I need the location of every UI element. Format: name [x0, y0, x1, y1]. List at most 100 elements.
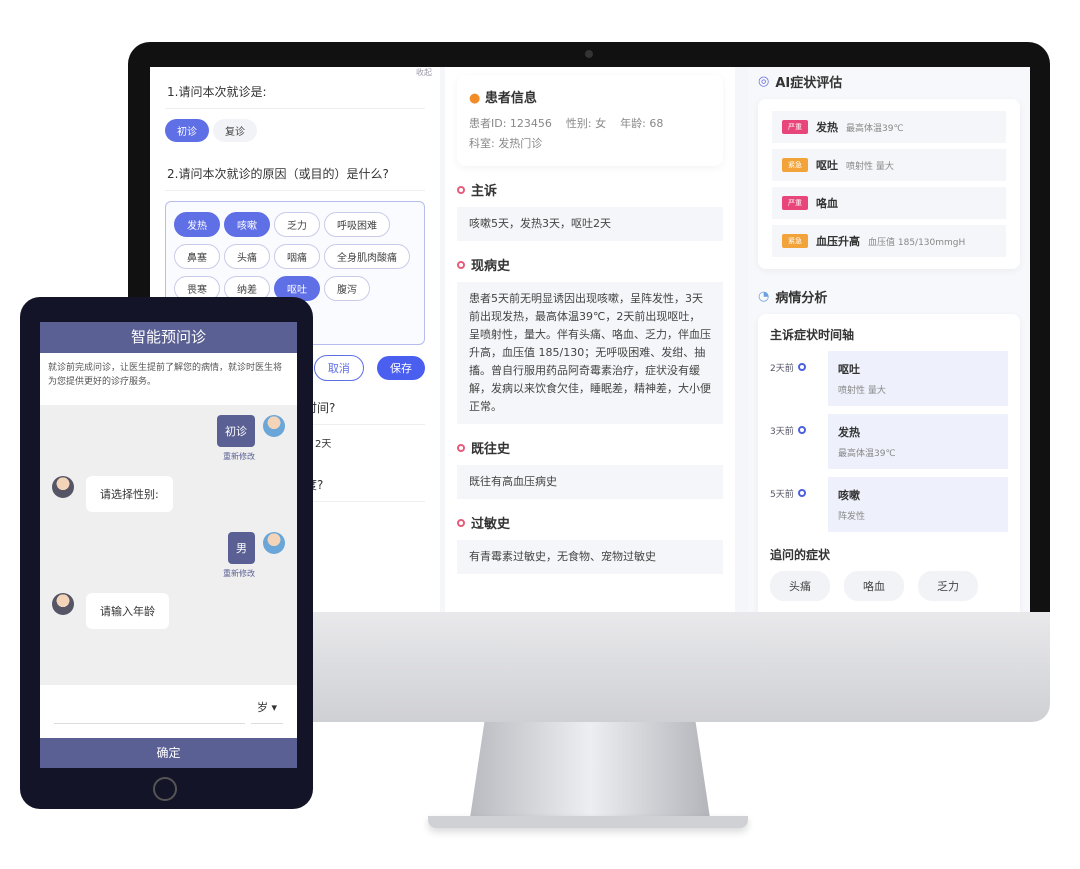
analysis-card: 主诉症状时间轴 2天前 呕吐 喷射性 量大 3天前 发热 最高体温39℃ 5天前 咳嗽 阵发性 …: [758, 314, 1020, 612]
timeline-date: 5天前: [770, 490, 794, 500]
patient-id: 123456: [509, 117, 552, 130]
patient-age: 68: [649, 117, 664, 130]
symptom-assessment: 紧急 血压升高 血压值 185/130mmgH: [772, 225, 1006, 257]
section-title: 现病史: [471, 259, 511, 274]
section-text: 既往有高血压病史: [457, 465, 723, 499]
bot-bubble: 请选择性别:: [86, 476, 173, 512]
symptom-name: 发热: [816, 121, 838, 134]
tablet-screen: 智能预问诊 就诊前完成问诊，让医生提前了解您的病情，就诊时医生将为您提供更好的诊…: [40, 322, 297, 768]
question-1-options: 初诊 复诊: [165, 119, 425, 149]
timeline-date: 2天前: [770, 364, 794, 374]
timeline-symptom: 发热: [838, 426, 860, 439]
bot-message: 请输入年龄: [52, 593, 285, 629]
timeline-when: 3天前: [770, 414, 820, 469]
symptom-option[interactable]: 头痛: [224, 244, 270, 269]
chat-area: 初诊 重新修改 请选择性别: 男重新修改 请输入年龄: [40, 405, 297, 685]
monitor-stand: [470, 722, 710, 818]
symptom-option[interactable]: 呼吸困难: [324, 212, 390, 237]
home-button[interactable]: [153, 777, 177, 801]
timeline-date: 3天前: [770, 427, 794, 437]
patient-info-title: 患者信息: [484, 91, 537, 106]
patient-record-column: ● 患者信息 患者ID: 123456 性别: 女 年龄: 68 科室: 发热门…: [445, 67, 735, 612]
ai-title: AI症状评估: [775, 76, 843, 91]
patient-dept: 发热门诊: [498, 137, 543, 150]
analysis-title: 病情分析: [775, 291, 828, 306]
bot-message: 请选择性别:: [52, 476, 285, 512]
confirm-button[interactable]: 确定: [40, 738, 297, 768]
symptom-option[interactable]: 乏力: [274, 212, 320, 237]
timeline-item: 3天前 发热最高体温39℃: [770, 414, 1008, 469]
edit-link[interactable]: 重新修改: [223, 568, 255, 579]
symptom-name: 血压升高: [816, 235, 860, 248]
: 初诊: [217, 415, 285, 447]
section-heading: 既往史: [457, 438, 723, 457]
age-input-row: 岁 ▾: [40, 685, 297, 738]
doctor-avatar: [52, 476, 74, 498]
severity-tag: 严重: [782, 196, 808, 210]
analysis-icon: ◔: [758, 289, 770, 304]
symptom-assessment: 严重 咯血: [772, 187, 1006, 219]
age-input[interactable]: [54, 699, 245, 724]
timeline-detail: 阵发性: [838, 512, 866, 522]
monitor-base: [428, 816, 748, 828]
followup-symptom[interactable]: 头痛: [770, 571, 830, 601]
user-icon: ●: [469, 91, 481, 106]
camera: [585, 50, 593, 58]
patient-sex: 女: [595, 117, 607, 130]
record-sections: 主诉 咳嗽5天，发热3天，呕吐2天 现病史 患者5天前无明显诱因出现咳嗽，呈阵发性，3…: [457, 180, 723, 574]
followup-title: 追问的症状: [770, 548, 831, 562]
symptom-option[interactable]: 鼻塞: [174, 244, 220, 269]
ai-icon: ◎: [758, 74, 770, 89]
section-title: 主诉: [471, 184, 498, 199]
unit-select[interactable]: 岁 ▾: [250, 699, 283, 724]
timeline-when: 5天前: [770, 477, 820, 532]
timeline-title: 主诉症状时间轴: [770, 328, 855, 342]
section-dot-icon: [457, 443, 465, 452]
user-avatar: [263, 415, 285, 437]
symptom-name: 咯血: [816, 197, 838, 210]
ai-column: ◎ AI症状评估 严重 发热 最高体温39℃ 紧急 呕吐 喷射性 量大 严重 咯血 紧急 血压升高血…: [748, 67, 1030, 612]
patient-info-card: ● 患者信息 患者ID: 123456 性别: 女 年龄: 68 科室: 发热门…: [457, 75, 723, 166]
section-text: 患者5天前无明显诱因出现咳嗽，呈阵发性，3天前出现发热，最高体温39℃，2天前出…: [457, 282, 723, 424]
symptom-detail: 血压值 185/130mmgH: [868, 237, 966, 248]
symptom-option[interactable]: 全身肌肉酸痛: [324, 244, 410, 269]
save-button[interactable]: 保存: [377, 356, 425, 380]
section-dot-icon: [457, 518, 465, 527]
section-dot-icon: [457, 260, 465, 269]
timeline-body: 咳嗽 阵发性: [828, 477, 1008, 532]
severity-tag: 紧急: [782, 158, 808, 172]
visit-type-option[interactable]: 初诊: [165, 119, 209, 142]
followup-symptom[interactable]: 咯血: [844, 571, 904, 601]
question-2: 2.请问本次就诊的原因（或目的）是什么?: [165, 157, 425, 191]
timeline-item: 2天前 呕吐 喷射性 量大: [770, 351, 1008, 406]
symptom-option[interactable]: 发热: [174, 212, 220, 237]
timeline-dot-icon: [797, 363, 806, 371]
visit-type-option[interactable]: 复诊: [213, 119, 257, 142]
section-title: 既往史: [471, 442, 511, 457]
timeline-symptom: 咳嗽: [838, 489, 860, 502]
patient-details: 患者ID: 123456 性别: 女 年龄: 68 科室: 发热门诊: [469, 117, 664, 150]
symptom-option[interactable]: 咽痛: [274, 244, 320, 269]
tablet-title: 智能预问诊: [40, 322, 297, 353]
cancel-button[interactable]: 取消: [313, 355, 364, 381]
section-heading: 过敏史: [457, 513, 723, 532]
timeline: 2天前 呕吐 喷射性 量大 3天前 发热最高体温39℃ 5天前 咳嗽阵发性: [770, 351, 1008, 532]
timeline-item: 5天前 咳嗽阵发性: [770, 477, 1008, 532]
symptom-assessment: 严重 发热 最高体温39℃: [772, 111, 1006, 143]
timeline-body: 发热最高体温39℃: [828, 414, 1008, 469]
symptom-name: 呕吐: [816, 159, 838, 172]
user-bubble: 男: [228, 532, 255, 564]
symptom-option[interactable]: 腹泻: [324, 276, 370, 301]
collapse-button[interactable]: 收起: [416, 67, 432, 78]
user-avatar: [263, 532, 285, 554]
section-text: 有青霉素过敏史，无食物、宠物过敏史: [457, 540, 723, 574]
timeline-dot-icon: [797, 426, 806, 434]
followup-symptom[interactable]: 乏力: [918, 571, 978, 601]
edit-link[interactable]: 重新修改: [223, 451, 255, 462]
timeline-when: 2天前: [770, 351, 820, 406]
user-bubble: 初诊: [217, 415, 255, 447]
timeline-detail: 喷射性 量大: [838, 386, 886, 396]
symptom-option[interactable]: 咳嗽: [224, 212, 270, 237]
timeline-detail: 最高体温39℃: [838, 449, 896, 459]
timeline-dot-icon: [797, 489, 806, 497]
